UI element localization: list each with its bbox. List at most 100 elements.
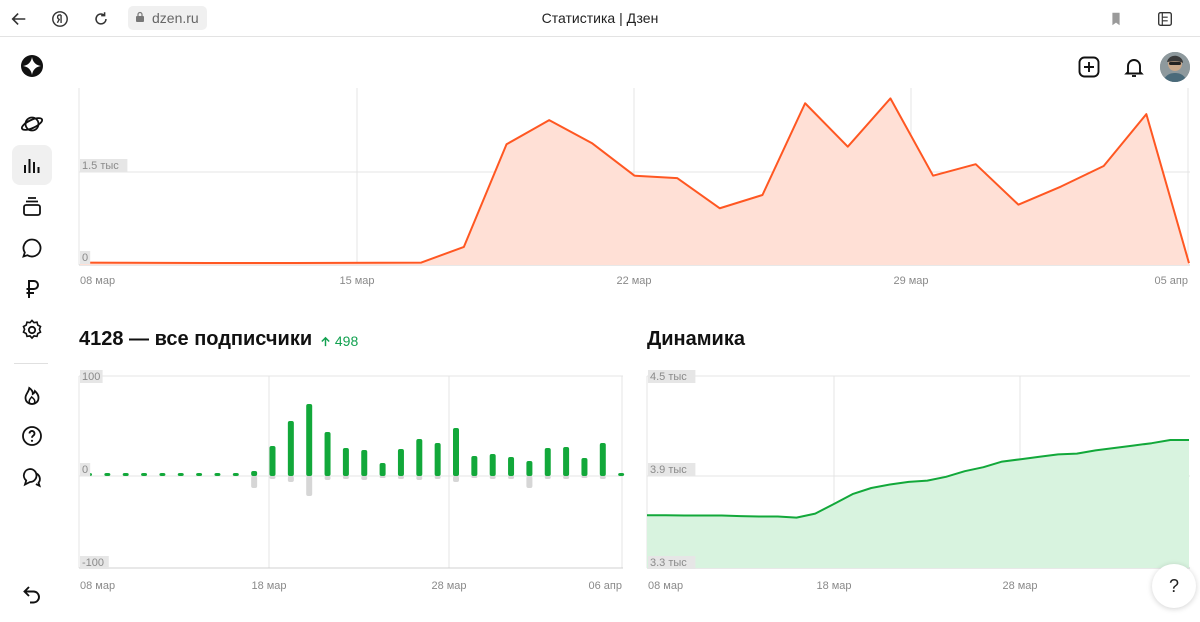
ruble-icon[interactable] [12, 269, 52, 309]
bar-positive [287, 421, 294, 476]
dynamics-area-chart: 4.5 тыс 3.9 тыс 3.3 тыс 08 мар 18 мар 28 мар [646, 368, 1190, 598]
bar-positive [416, 439, 423, 476]
bar-negative [379, 476, 386, 478]
bar-positive [269, 446, 276, 476]
bar-negative [544, 476, 551, 479]
bar-negative [581, 476, 588, 478]
x-tick-label: 18 мар [816, 580, 851, 592]
bar-positive [306, 404, 313, 476]
bar-negative [563, 476, 570, 479]
avatar[interactable] [1160, 52, 1190, 82]
bar-positive [141, 473, 148, 476]
bar-negative [361, 476, 368, 480]
y-tick-label: 1.5 тыс [82, 160, 119, 172]
bar-negative [453, 476, 459, 482]
x-tick-label: 28 мар [431, 580, 466, 592]
bar-positive [434, 443, 441, 476]
bar-positive [453, 428, 459, 476]
bar-positive [324, 432, 331, 476]
bar-negative [287, 476, 294, 482]
bar-positive [544, 448, 551, 476]
x-tick-label: 08 мар [80, 580, 115, 592]
x-tick-label: 05 апр [1155, 275, 1188, 287]
subscribers-chart-svg: 100 0 -100 08 мар 18 мар 28 мар 06 апр [78, 370, 625, 592]
help-button[interactable]: ? [1152, 564, 1196, 608]
bar-negative [526, 476, 533, 488]
arrow-up-icon [320, 333, 335, 349]
subscribers-bar-chart: 100 0 -100 08 мар 18 мар 28 мар 06 апр [78, 368, 625, 598]
bar-positive [177, 473, 184, 476]
bar-positive [526, 461, 533, 476]
page-title: Статистика | Дзен [541, 10, 659, 26]
bar-positive [599, 443, 606, 476]
bar-positive [342, 448, 349, 476]
bar-positive [214, 473, 221, 476]
x-tick-label: 15 мар [339, 275, 374, 287]
bar-positive [563, 447, 570, 476]
subscribers-delta-value: 498 [334, 333, 359, 349]
x-tick-label: 22 мар [616, 275, 651, 287]
dynamics-chart-svg: 4.5 тыс 3.9 тыс 3.3 тыс 08 мар 18 мар 28 мар [646, 370, 1190, 592]
bar-negative [324, 476, 331, 480]
bar-negative [416, 476, 423, 480]
bar-positive [159, 473, 166, 476]
settings-icon[interactable] [12, 310, 52, 350]
add-icon[interactable] [1074, 52, 1104, 82]
fire-icon[interactable] [12, 375, 52, 415]
y-tick-label: 3.3 тыс [650, 557, 687, 569]
statistics-icon[interactable] [12, 145, 52, 185]
help-icon[interactable] [12, 416, 52, 456]
sidebar-divider [14, 363, 48, 364]
y-tick-label: 0 [82, 252, 88, 264]
bar-positive [379, 463, 386, 476]
chat-icon[interactable] [12, 457, 52, 497]
bar-positive [196, 473, 203, 476]
bar-negative [508, 476, 515, 479]
bar-positive [581, 458, 588, 476]
views-area-chart: 1.5 тыс 0 08 мар 15 мар 22 мар 29 мар 05 апр [78, 88, 1190, 293]
bar-positive [471, 456, 478, 476]
extensions-icon[interactable] [1152, 6, 1178, 32]
y-tick-label: 4.5 тыс [650, 371, 687, 383]
bar-negative [471, 476, 478, 478]
x-tick-label: 18 мар [251, 580, 286, 592]
x-tick-label: 29 мар [893, 275, 928, 287]
bookmark-icon[interactable] [1103, 6, 1129, 32]
y-tick-label: 3.9 тыс [650, 464, 687, 476]
subscribers-title: 4128 — все подписчики [79, 328, 313, 350]
y-tick-label: -100 [82, 557, 104, 569]
dynamics-area-fill [647, 440, 1189, 568]
bar-positive [618, 473, 625, 476]
bar-positive [104, 473, 111, 476]
dynamics-title: Динамика [647, 328, 745, 350]
bar-positive [122, 473, 129, 476]
y-tick-label: 0 [82, 464, 88, 476]
bar-positive [232, 473, 239, 476]
bar-negative [599, 476, 606, 479]
planet-icon[interactable] [12, 104, 52, 144]
browser-toolbar: dzen.ru Статистика | Дзен [0, 0, 1200, 37]
x-tick-label: 08 мар [648, 580, 683, 592]
bar-negative [306, 476, 313, 496]
left-sidebar [0, 38, 64, 622]
bar-positive [489, 454, 496, 476]
bell-icon[interactable] [1119, 52, 1149, 82]
bar-negative [342, 476, 349, 479]
bar-negative [489, 476, 496, 479]
x-tick-label: 08 мар [80, 275, 115, 287]
bar-positive [508, 457, 515, 476]
dzen-logo-icon[interactable] [12, 46, 52, 86]
subscribers-delta: 498 [320, 333, 358, 349]
y-tick-label: 100 [82, 371, 100, 383]
bar-positive [361, 450, 368, 476]
bar-negative [269, 476, 276, 479]
x-tick-label: 28 мар [1002, 580, 1037, 592]
undo-icon[interactable] [12, 574, 52, 614]
views-chart-svg: 1.5 тыс 0 08 мар 15 мар 22 мар 29 мар 05 апр [78, 88, 1190, 287]
bar-positive [251, 471, 258, 476]
subscriptions-icon[interactable] [12, 187, 52, 227]
bar-negative [251, 476, 258, 488]
bar-negative [397, 476, 404, 479]
bar-positive [397, 449, 404, 476]
comments-icon[interactable] [12, 228, 52, 268]
